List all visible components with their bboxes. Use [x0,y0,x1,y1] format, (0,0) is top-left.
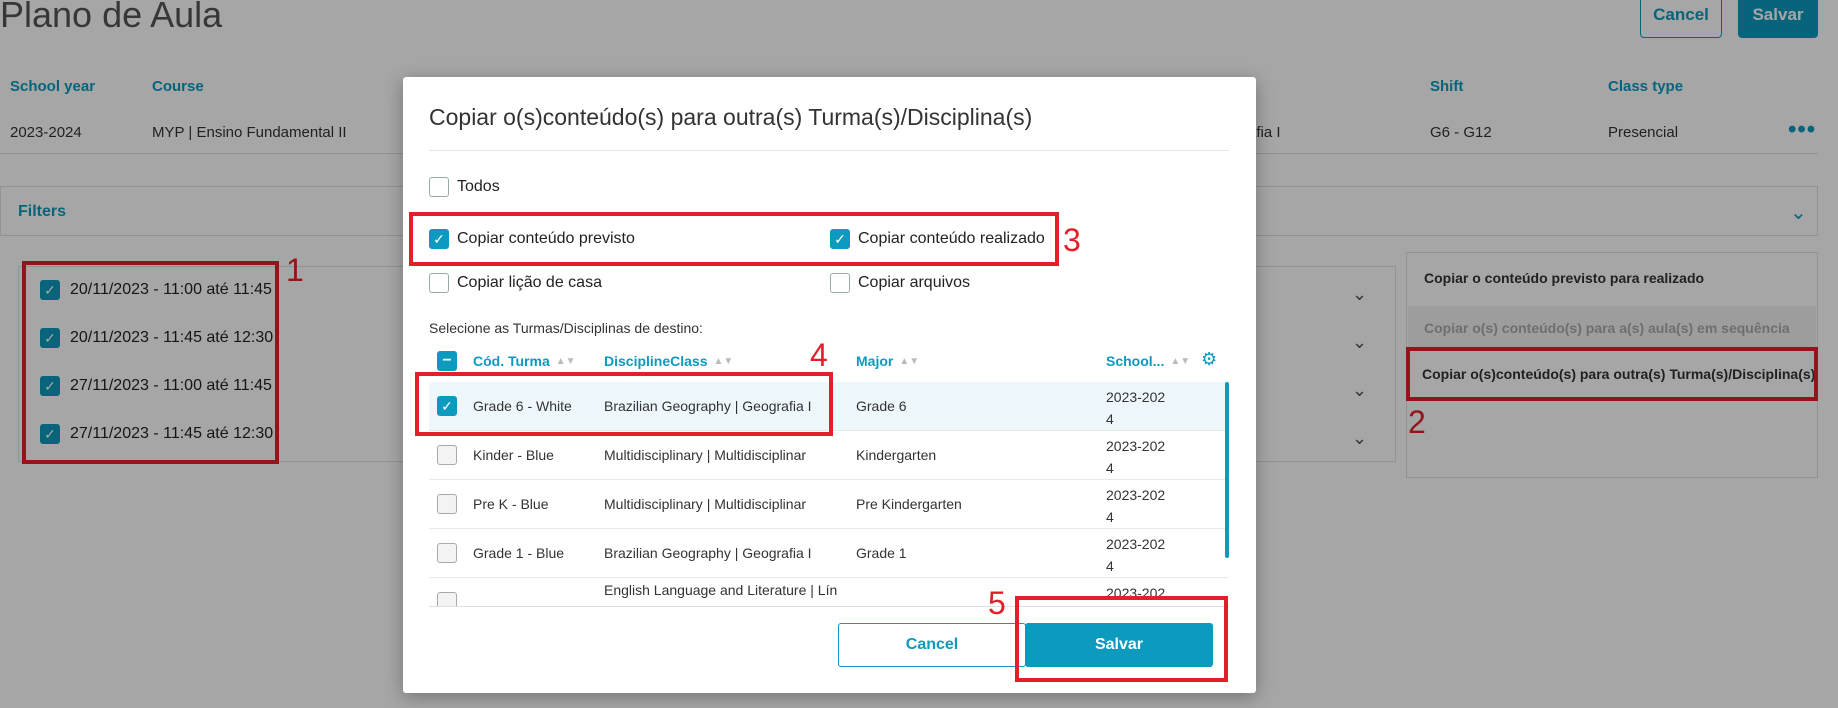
annotation-number-4: 4 [810,337,828,373]
checkbox-icon[interactable] [830,273,850,293]
checkbox-icon[interactable] [437,494,457,514]
cell-major: Grade 1 [856,545,907,561]
cell-year-cont: 4 [1106,411,1114,427]
cell-discipline: English Language and Literature | Lín [604,582,838,598]
sort-icon: ▲▼ [555,355,576,367]
cell-discipline: Brazilian Geography | Geografia I [604,545,812,561]
sort-icon: ▲▼ [1170,355,1191,367]
cell-turma: Kinder - Blue [473,447,554,463]
cell-major: Kindergarten [856,447,937,463]
option-label: Todos [457,178,500,195]
col-header-turma[interactable]: Cód. Turma ▲▼ [473,348,576,374]
cell-turma: Pre K - Blue [473,496,549,512]
cell-year-cont: 4 [1106,509,1114,525]
annotation-number-5: 5 [988,585,1006,621]
annotation-box-4 [415,372,833,436]
divider [429,150,1229,151]
cell-year: 2023-202 [1106,438,1166,454]
cell-year: 2023-202 [1106,487,1166,503]
cell-major: Grade 6 [856,398,907,414]
cell-turma: Grade 1 - Blue [473,545,565,561]
checkbox-icon[interactable] [437,445,457,465]
table-row[interactable]: Grade 1 - Blue Brazilian Geography | Geo… [429,529,1228,578]
cell-year-cont: 4 [1106,460,1114,476]
annotation-box-3 [409,212,1059,266]
modal-title: Copiar o(s)conteúdo(s) para outra(s) Tur… [429,104,1033,130]
col-header-discipline[interactable]: DisciplineClass ▲▼ [604,348,733,374]
select-all-checkbox[interactable]: − [437,351,457,371]
destination-label: Selecione as Turmas/Disciplinas de desti… [429,320,703,336]
table-row[interactable]: Pre K - Blue Multidisciplinary | Multidi… [429,480,1228,529]
option-copy-files[interactable]: Copiar arquivos [830,272,970,294]
option-todos[interactable]: Todos [429,176,500,198]
checkbox-icon[interactable] [437,543,457,563]
checkbox-icon[interactable] [437,592,457,606]
option-label: Copiar arquivos [858,274,971,291]
cell-year: 2023-202 [1106,389,1166,405]
cell-discipline: Multidisciplinary | Multidisciplinar [604,447,807,463]
checkbox-icon[interactable] [429,273,449,293]
table-scrollbar[interactable] [1225,382,1229,558]
checkbox-icon[interactable] [429,177,449,197]
gear-icon[interactable]: ⚙ [1201,349,1217,370]
col-header-major[interactable]: Major ▲▼ [856,348,919,374]
option-copy-homework[interactable]: Copiar lição de casa [429,272,602,294]
modal-cancel-button[interactable]: Cancel [838,623,1026,667]
cell-year: 2023-202 [1106,536,1166,552]
option-label: Copiar lição de casa [457,274,602,291]
cell-major: Pre Kindergarten [856,496,962,512]
annotation-box-5 [1015,596,1228,682]
annotation-number-3: 3 [1063,222,1081,258]
cell-year-cont: 4 [1106,558,1114,574]
sort-icon: ▲▼ [713,355,734,367]
col-header-school-year[interactable]: School... ▲▼ [1106,348,1190,374]
cell-discipline: Multidisciplinary | Multidisciplinar [604,496,807,512]
sort-icon: ▲▼ [899,355,920,367]
table-row[interactable]: Kinder - Blue Multidisciplinary | Multid… [429,431,1228,480]
